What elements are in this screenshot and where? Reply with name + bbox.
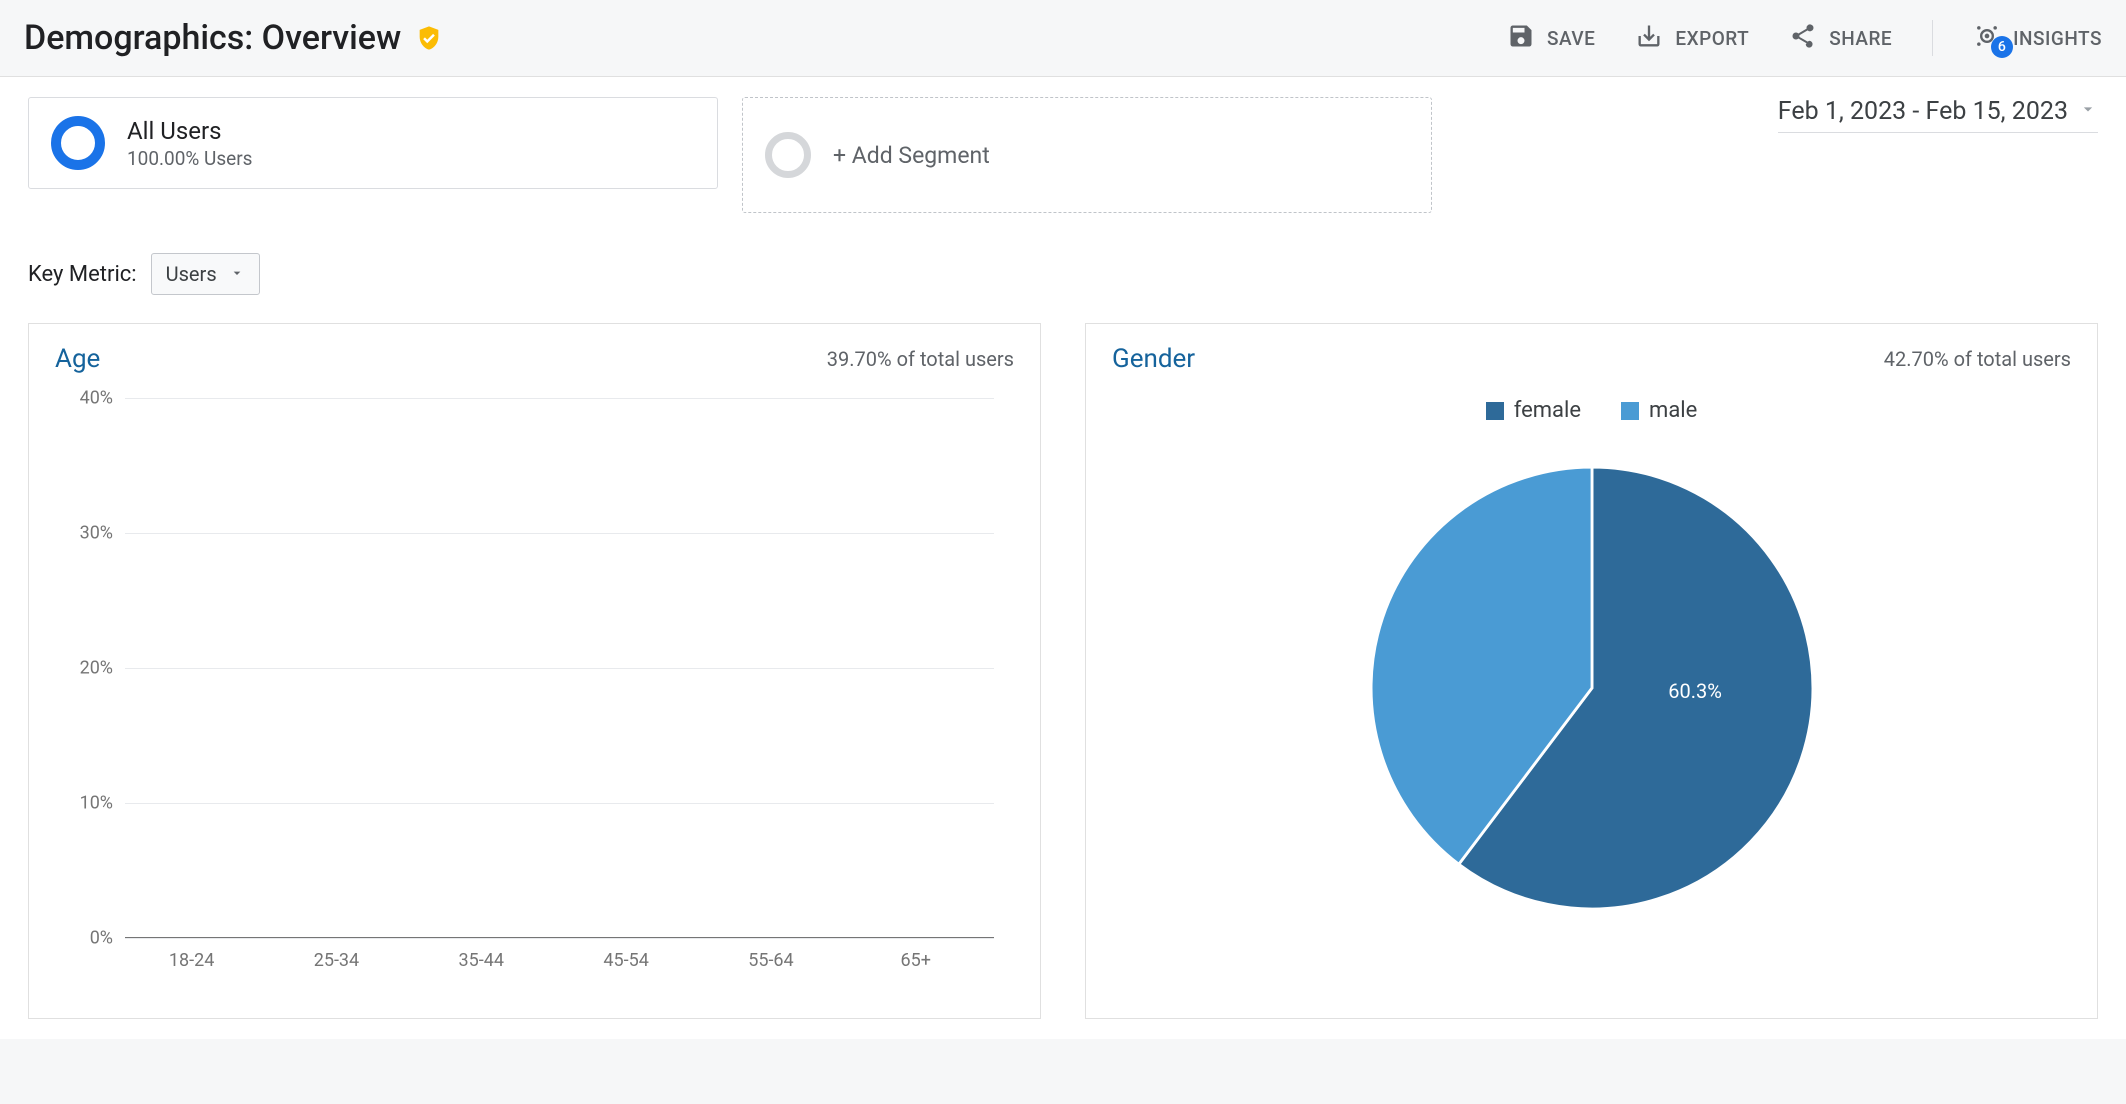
y-axis-label: 0% bbox=[55, 928, 113, 949]
date-range-picker[interactable]: Feb 1, 2023 - Feb 15, 2023 bbox=[1778, 97, 2098, 133]
age-x-labels: 18-24 25-34 35-44 45-54 55-64 65+ bbox=[125, 938, 994, 978]
key-metric-value: Users bbox=[166, 262, 217, 286]
save-icon bbox=[1507, 22, 1535, 55]
insights-label: INSIGHTS bbox=[2013, 27, 2102, 50]
header-left: Demographics: Overview bbox=[24, 18, 443, 58]
gender-chart-card: Gender 42.70% of total users female male… bbox=[1085, 323, 2098, 1019]
add-segment-label: + Add Segment bbox=[833, 142, 990, 169]
legend-male: male bbox=[1621, 398, 1697, 423]
x-axis-label: 18-24 bbox=[135, 950, 248, 971]
x-axis-label: 45-54 bbox=[570, 950, 683, 971]
add-segment-button[interactable]: + Add Segment bbox=[742, 97, 1432, 213]
segment-all-users[interactable]: All Users 100.00% Users bbox=[28, 97, 718, 189]
y-axis-label: 10% bbox=[55, 793, 113, 814]
gender-legend: female male bbox=[1112, 398, 2071, 423]
age-chart-card: Age 39.70% of total users 0%10%20%30%40%… bbox=[28, 323, 1041, 1019]
insights-badge: 6 bbox=[1991, 36, 2013, 58]
pie-label-female: 60.3% bbox=[1668, 679, 1722, 703]
pie-svg bbox=[1357, 453, 1827, 923]
x-axis-label: 35-44 bbox=[425, 950, 538, 971]
y-axis-label: 30% bbox=[55, 523, 113, 544]
gender-pie-chart: 39.7% 60.3% bbox=[1112, 453, 2071, 923]
gridline bbox=[125, 398, 994, 399]
insights-button[interactable]: 6 INSIGHTS bbox=[1973, 22, 2102, 55]
share-icon bbox=[1789, 22, 1817, 55]
divider bbox=[1932, 20, 1933, 56]
segment-title: All Users bbox=[127, 117, 252, 145]
gridline bbox=[125, 803, 994, 804]
save-button[interactable]: SAVE bbox=[1507, 22, 1595, 55]
page-header: Demographics: Overview SAVE EXPORT SHARE… bbox=[0, 0, 2126, 77]
dropdown-icon bbox=[2078, 97, 2098, 126]
gender-chart-header: Gender 42.70% of total users bbox=[1112, 344, 2071, 374]
key-metric-select[interactable]: Users bbox=[151, 253, 260, 295]
export-label: EXPORT bbox=[1675, 27, 1749, 50]
verified-shield-icon bbox=[415, 24, 443, 52]
gridline bbox=[125, 533, 994, 534]
export-button[interactable]: EXPORT bbox=[1635, 22, 1749, 55]
dropdown-icon bbox=[229, 262, 245, 286]
age-chart-title: Age bbox=[55, 344, 100, 374]
y-axis-label: 40% bbox=[55, 388, 113, 409]
header-actions: SAVE EXPORT SHARE 6 INSIGHTS bbox=[1507, 20, 2102, 56]
x-axis-label: 55-64 bbox=[714, 950, 827, 971]
age-chart-note: 39.70% of total users bbox=[827, 347, 1014, 371]
key-metric-label: Key Metric: bbox=[28, 262, 137, 287]
key-metric-row: Key Metric: Users bbox=[28, 253, 2098, 295]
download-icon bbox=[1635, 22, 1663, 55]
legend-male-label: male bbox=[1649, 398, 1697, 423]
gender-chart-note: 42.70% of total users bbox=[1884, 347, 2071, 371]
add-segment-circle-icon bbox=[765, 132, 811, 178]
legend-swatch-female bbox=[1486, 402, 1504, 420]
date-range-text: Feb 1, 2023 - Feb 15, 2023 bbox=[1778, 97, 2068, 126]
content-area: All Users 100.00% Users + Add Segment Fe… bbox=[0, 77, 2126, 1039]
page-title: Demographics: Overview bbox=[24, 18, 401, 58]
age-bar-chart: 0%10%20%30%40% bbox=[125, 398, 994, 938]
segment-row: All Users 100.00% Users + Add Segment Fe… bbox=[28, 97, 2098, 213]
share-button[interactable]: SHARE bbox=[1789, 22, 1892, 55]
insights-icon: 6 bbox=[1973, 22, 2001, 55]
x-axis-label: 25-34 bbox=[280, 950, 393, 971]
gender-chart-title: Gender bbox=[1112, 344, 1195, 374]
x-axis-label: 65+ bbox=[859, 950, 972, 971]
segment-subtitle: 100.00% Users bbox=[127, 147, 252, 170]
charts-row: Age 39.70% of total users 0%10%20%30%40%… bbox=[28, 323, 2098, 1019]
share-label: SHARE bbox=[1829, 27, 1892, 50]
age-chart-header: Age 39.70% of total users bbox=[55, 344, 1014, 374]
pie-label-male: 39.7% bbox=[1323, 594, 1377, 618]
legend-female-label: female bbox=[1514, 398, 1581, 423]
segment-text: All Users 100.00% Users bbox=[127, 117, 252, 170]
legend-swatch-male bbox=[1621, 402, 1639, 420]
segment-circle-icon bbox=[51, 116, 105, 170]
save-label: SAVE bbox=[1547, 27, 1595, 50]
legend-female: female bbox=[1486, 398, 1581, 423]
gridline bbox=[125, 668, 994, 669]
y-axis-label: 20% bbox=[55, 658, 113, 679]
